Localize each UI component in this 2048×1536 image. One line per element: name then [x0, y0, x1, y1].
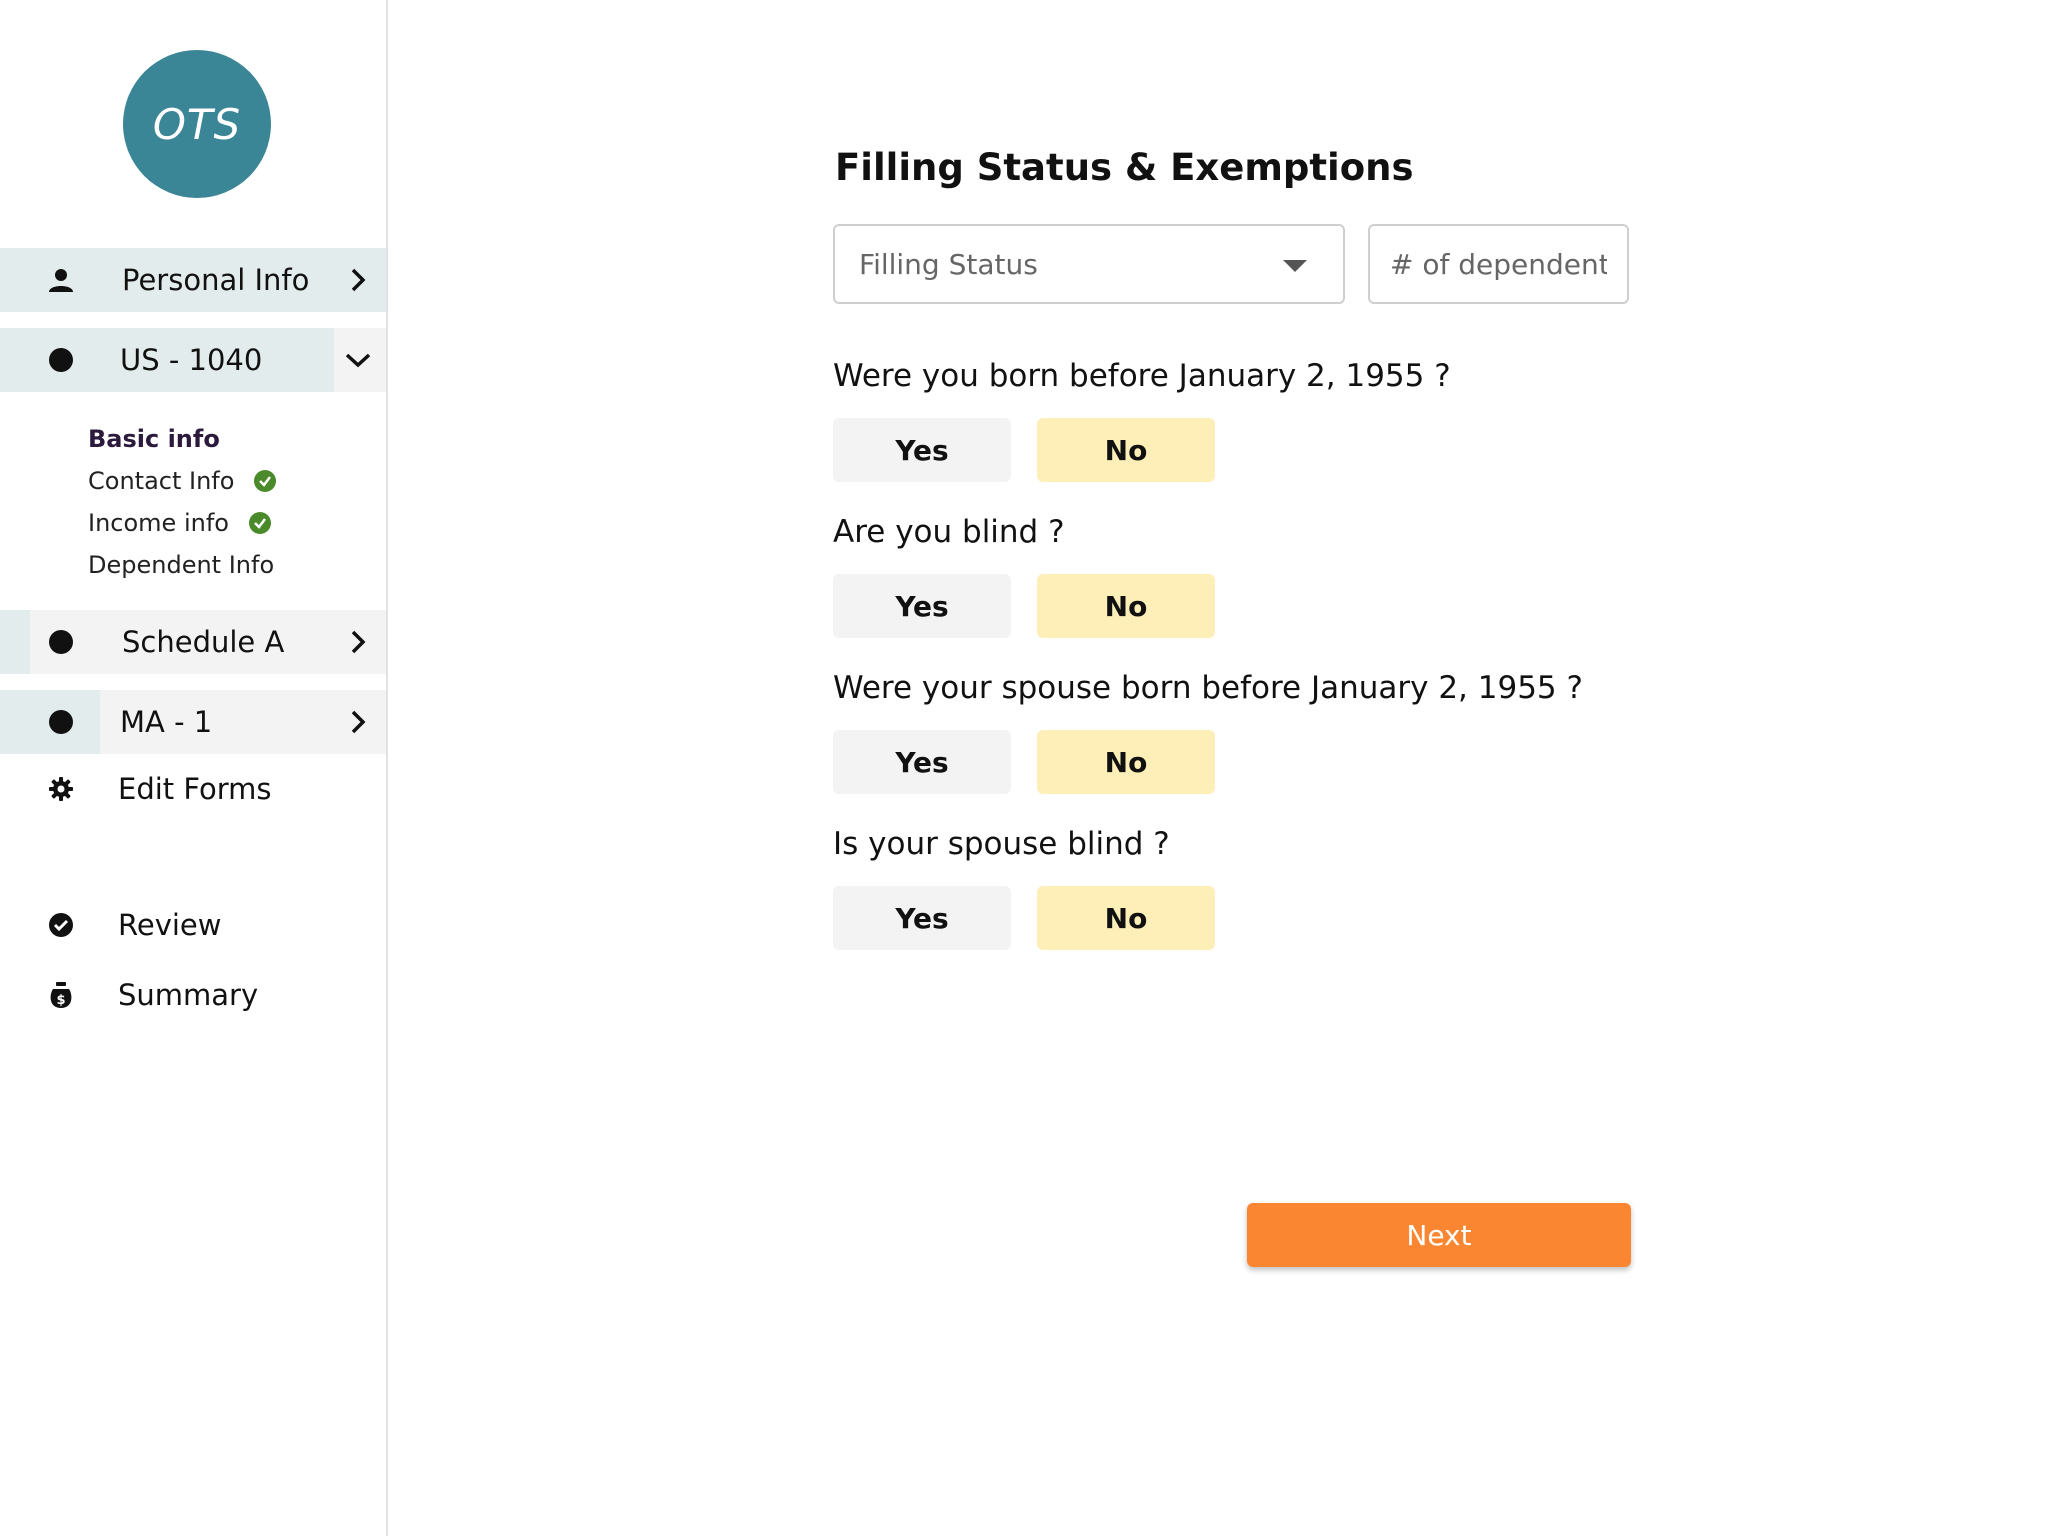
- money-bag-icon: $: [47, 981, 75, 1009]
- chevron-right-icon: [344, 628, 372, 656]
- person-icon: [47, 266, 75, 294]
- dot-icon: [47, 708, 75, 736]
- chevron-right-icon: [344, 266, 372, 294]
- ots-logo[interactable]: OTS: [123, 50, 271, 198]
- nav-us-1040[interactable]: US - 1040: [0, 328, 386, 392]
- dependents-input[interactable]: [1368, 224, 1629, 304]
- page-title: Filling Status & Exemptions: [835, 146, 1414, 189]
- filing-status-placeholder: Filling Status: [859, 248, 1038, 281]
- sidebar: OTS Personal Info US - 1040 Basic info C…: [0, 0, 388, 1536]
- spouse-born-before-no-button[interactable]: No: [1037, 730, 1215, 794]
- caret-down-icon: [1283, 260, 1307, 272]
- nav-edit-forms-label: Edit Forms: [118, 772, 272, 806]
- subnav-income-info-label: Income info: [88, 509, 229, 537]
- spouse-born-before-yes-button[interactable]: Yes: [833, 730, 1011, 794]
- logo-text: OTS: [152, 99, 242, 149]
- subnav-contact-info[interactable]: Contact Info: [88, 460, 277, 502]
- subnav-contact-info-label: Contact Info: [88, 467, 235, 495]
- chevron-down-icon: [344, 346, 372, 374]
- subnav-dependent-info[interactable]: Dependent Info: [88, 544, 276, 586]
- nav-schedule-a[interactable]: Schedule A: [0, 610, 386, 674]
- nav-ma-1[interactable]: MA - 1: [0, 690, 386, 754]
- next-button[interactable]: Next: [1247, 1203, 1631, 1267]
- filing-status-select[interactable]: Filling Status: [833, 224, 1345, 304]
- nav-review-label: Review: [118, 908, 222, 942]
- subnav-income-info[interactable]: Income info: [88, 502, 276, 544]
- spouse-blind-yes-button[interactable]: Yes: [833, 886, 1011, 950]
- nav-personal-info-label: Personal Info: [122, 263, 310, 297]
- blind-no-button[interactable]: No: [1037, 574, 1215, 638]
- question-spouse-blind: Is your spouse blind ?: [833, 826, 1170, 862]
- row-accent: [0, 610, 30, 674]
- subnav-dependent-info-label: Dependent Info: [88, 551, 275, 579]
- gear-icon: [47, 775, 75, 803]
- born-before-yes-button[interactable]: Yes: [833, 418, 1011, 482]
- nav-ma-1-label: MA - 1: [120, 705, 213, 739]
- nav-review[interactable]: Review: [0, 895, 386, 955]
- blind-yes-button[interactable]: Yes: [833, 574, 1011, 638]
- nav-summary[interactable]: $ Summary: [0, 965, 386, 1025]
- nav-personal-info[interactable]: Personal Info: [0, 248, 386, 312]
- subnav-basic-info[interactable]: Basic info: [88, 418, 276, 460]
- dot-icon: [47, 628, 75, 656]
- svg-text:$: $: [56, 993, 65, 1008]
- spouse-blind-no-button[interactable]: No: [1037, 886, 1215, 950]
- nav-schedule-a-label: Schedule A: [122, 625, 285, 659]
- nav-us-1040-label: US - 1040: [120, 343, 263, 377]
- nav-edit-forms[interactable]: Edit Forms: [0, 759, 386, 819]
- check-icon: [254, 470, 277, 492]
- question-born-before: Were you born before January 2, 1955 ?: [833, 358, 1451, 394]
- born-before-no-button[interactable]: No: [1037, 418, 1215, 482]
- question-blind: Are you blind ?: [833, 514, 1065, 550]
- subnav-basic-info-label: Basic info: [88, 425, 220, 453]
- check-circle-icon: [47, 911, 75, 939]
- question-spouse-born-before: Were your spouse born before January 2, …: [833, 670, 1583, 706]
- dot-icon: [47, 346, 75, 374]
- nav-summary-label: Summary: [118, 978, 259, 1012]
- check-icon: [248, 512, 271, 534]
- chevron-right-icon: [344, 708, 372, 736]
- us-1040-subnav: Basic info Contact Info Income info Depe…: [88, 418, 277, 586]
